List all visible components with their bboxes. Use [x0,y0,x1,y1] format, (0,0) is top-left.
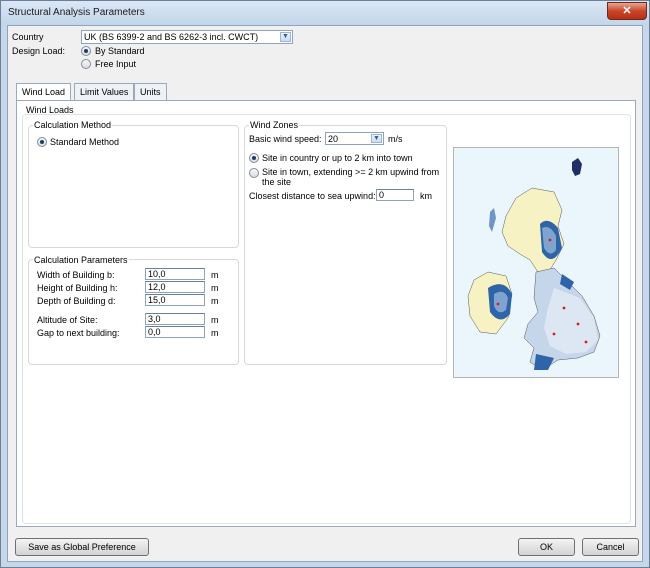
map-zone-ireland-inner [494,291,508,313]
country-select-value: UK (BS 6399-2 and BS 6262-3 incl. CWCT) [84,32,259,42]
cancel-button[interactable]: Cancel [582,538,639,556]
basic-wind-speed-label: Basic wind speed: [249,134,322,144]
param-width-input[interactable]: 10,0 [145,268,205,280]
param-depth-unit: m [211,296,219,306]
basic-wind-speed-select[interactable]: 20 ▼ [325,132,384,145]
map-hebrides [489,208,496,232]
close-button[interactable]: ✕ [607,2,647,20]
design-load-label: Design Load: [12,46,66,56]
chevron-down-icon[interactable]: ▼ [371,134,382,143]
radio-free-input[interactable] [81,59,91,69]
radio-by-standard-label[interactable]: By Standard [95,46,145,56]
param-depth-input[interactable]: 15,0 [145,294,205,306]
sea-distance-label: Closest distance to sea upwind: [249,191,376,201]
map-marker [584,340,588,344]
map-marker [576,322,580,326]
param-gap-input[interactable]: 0,0 [145,326,205,338]
chevron-down-icon[interactable]: ▼ [280,32,291,42]
calc-method-legend: Calculation Method [33,120,113,130]
ok-button[interactable]: OK [518,538,575,556]
param-altitude-input[interactable]: 3,0 [145,313,205,325]
param-gap-unit: m [211,328,219,338]
wind-load-tab-page: Wind Loads Calculation Method Standard M… [16,100,636,527]
map-zone-england-inner [544,288,598,354]
tab-limit-values[interactable]: Limit Values [74,83,135,101]
title-bar[interactable]: Structural Analysis Parameters ✕ [1,1,649,25]
map-islands-north [572,158,582,176]
basic-wind-speed-unit: m/s [388,134,403,144]
radio-by-standard[interactable] [81,46,91,56]
radio-standard-method[interactable] [37,137,47,147]
dialog-client-area: Country UK (BS 6399-2 and BS 6262-3 incl… [7,25,643,562]
param-height-unit: m [211,283,219,293]
param-gap-label: Gap to next building: [37,328,120,338]
param-width-label: Width of Building b: [37,270,115,280]
map-marker [552,332,556,336]
radio-free-input-label[interactable]: Free Input [95,59,136,69]
param-altitude-unit: m [211,315,219,325]
window-title: Structural Analysis Parameters [8,7,145,18]
country-label: Country [12,32,44,42]
tab-units[interactable]: Units [134,83,167,101]
sea-distance-input[interactable]: 0 [376,189,414,201]
map-marker [496,302,500,306]
radio-site-country-label[interactable]: Site in country or up to 2 km into town [262,153,413,163]
basic-wind-speed-value: 20 [328,134,339,144]
close-icon: ✕ [622,5,632,17]
radio-site-country[interactable] [249,153,259,163]
uk-wind-map-image [467,158,601,371]
country-select[interactable]: UK (BS 6399-2 and BS 6262-3 incl. CWCT) … [81,30,293,44]
map-marker [548,238,552,242]
sea-distance-unit: km [420,191,432,201]
calc-params-legend: Calculation Parameters [33,255,129,265]
param-height-input[interactable]: 12,0 [145,281,205,293]
param-width-unit: m [211,270,219,280]
wind-zone-map [453,147,619,378]
radio-site-town-label[interactable]: Site in town, extending >= 2 km upwind f… [262,167,440,187]
radio-standard-method-label[interactable]: Standard Method [50,137,119,147]
map-marker [562,306,566,310]
radio-site-town[interactable] [249,168,259,178]
dialog-window: Structural Analysis Parameters ✕ Country… [0,0,650,568]
param-altitude-label: Altitude of Site: [37,315,98,325]
save-global-preference-button[interactable]: Save as Global Preference [15,538,149,556]
param-height-label: Height of Building h: [37,283,118,293]
wind-zones-legend: Wind Zones [249,120,300,130]
param-depth-label: Depth of Building d: [37,296,116,306]
